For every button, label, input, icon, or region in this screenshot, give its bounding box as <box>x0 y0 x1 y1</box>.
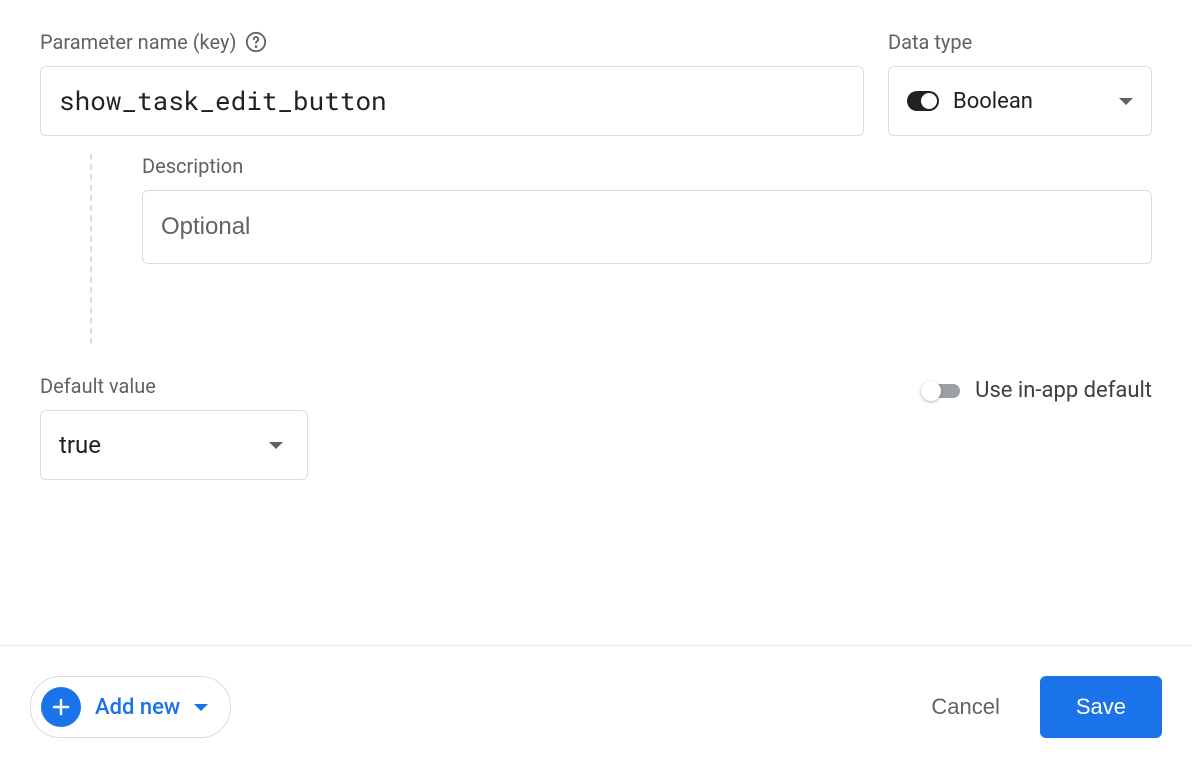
description-input[interactable] <box>142 190 1152 264</box>
in-app-default-label: Use in-app default <box>975 378 1152 403</box>
data-type-select[interactable]: Boolean <box>888 66 1152 136</box>
chevron-down-icon <box>269 442 283 449</box>
data-type-value: Boolean <box>953 89 1105 114</box>
help-icon[interactable] <box>244 30 268 54</box>
parameter-name-label: Parameter name (key) <box>40 30 864 54</box>
default-value-text: true <box>59 431 101 459</box>
parameter-name-label-text: Parameter name (key) <box>40 30 236 54</box>
parameter-name-input[interactable] <box>40 66 864 136</box>
default-value-select[interactable]: true <box>40 410 308 480</box>
add-new-button[interactable]: Add new <box>30 676 231 738</box>
chevron-down-icon <box>1119 98 1133 105</box>
data-type-label: Data type <box>888 30 1152 54</box>
chevron-down-icon <box>194 704 208 711</box>
indent-line <box>90 154 92 344</box>
in-app-default-toggle[interactable] <box>921 379 961 403</box>
description-label: Description <box>142 154 1152 178</box>
save-button[interactable]: Save <box>1040 676 1162 738</box>
cancel-button[interactable]: Cancel <box>931 694 999 720</box>
boolean-type-icon <box>907 91 939 111</box>
plus-icon <box>41 687 81 727</box>
default-value-label: Default value <box>40 374 308 398</box>
add-new-label: Add new <box>95 695 180 720</box>
